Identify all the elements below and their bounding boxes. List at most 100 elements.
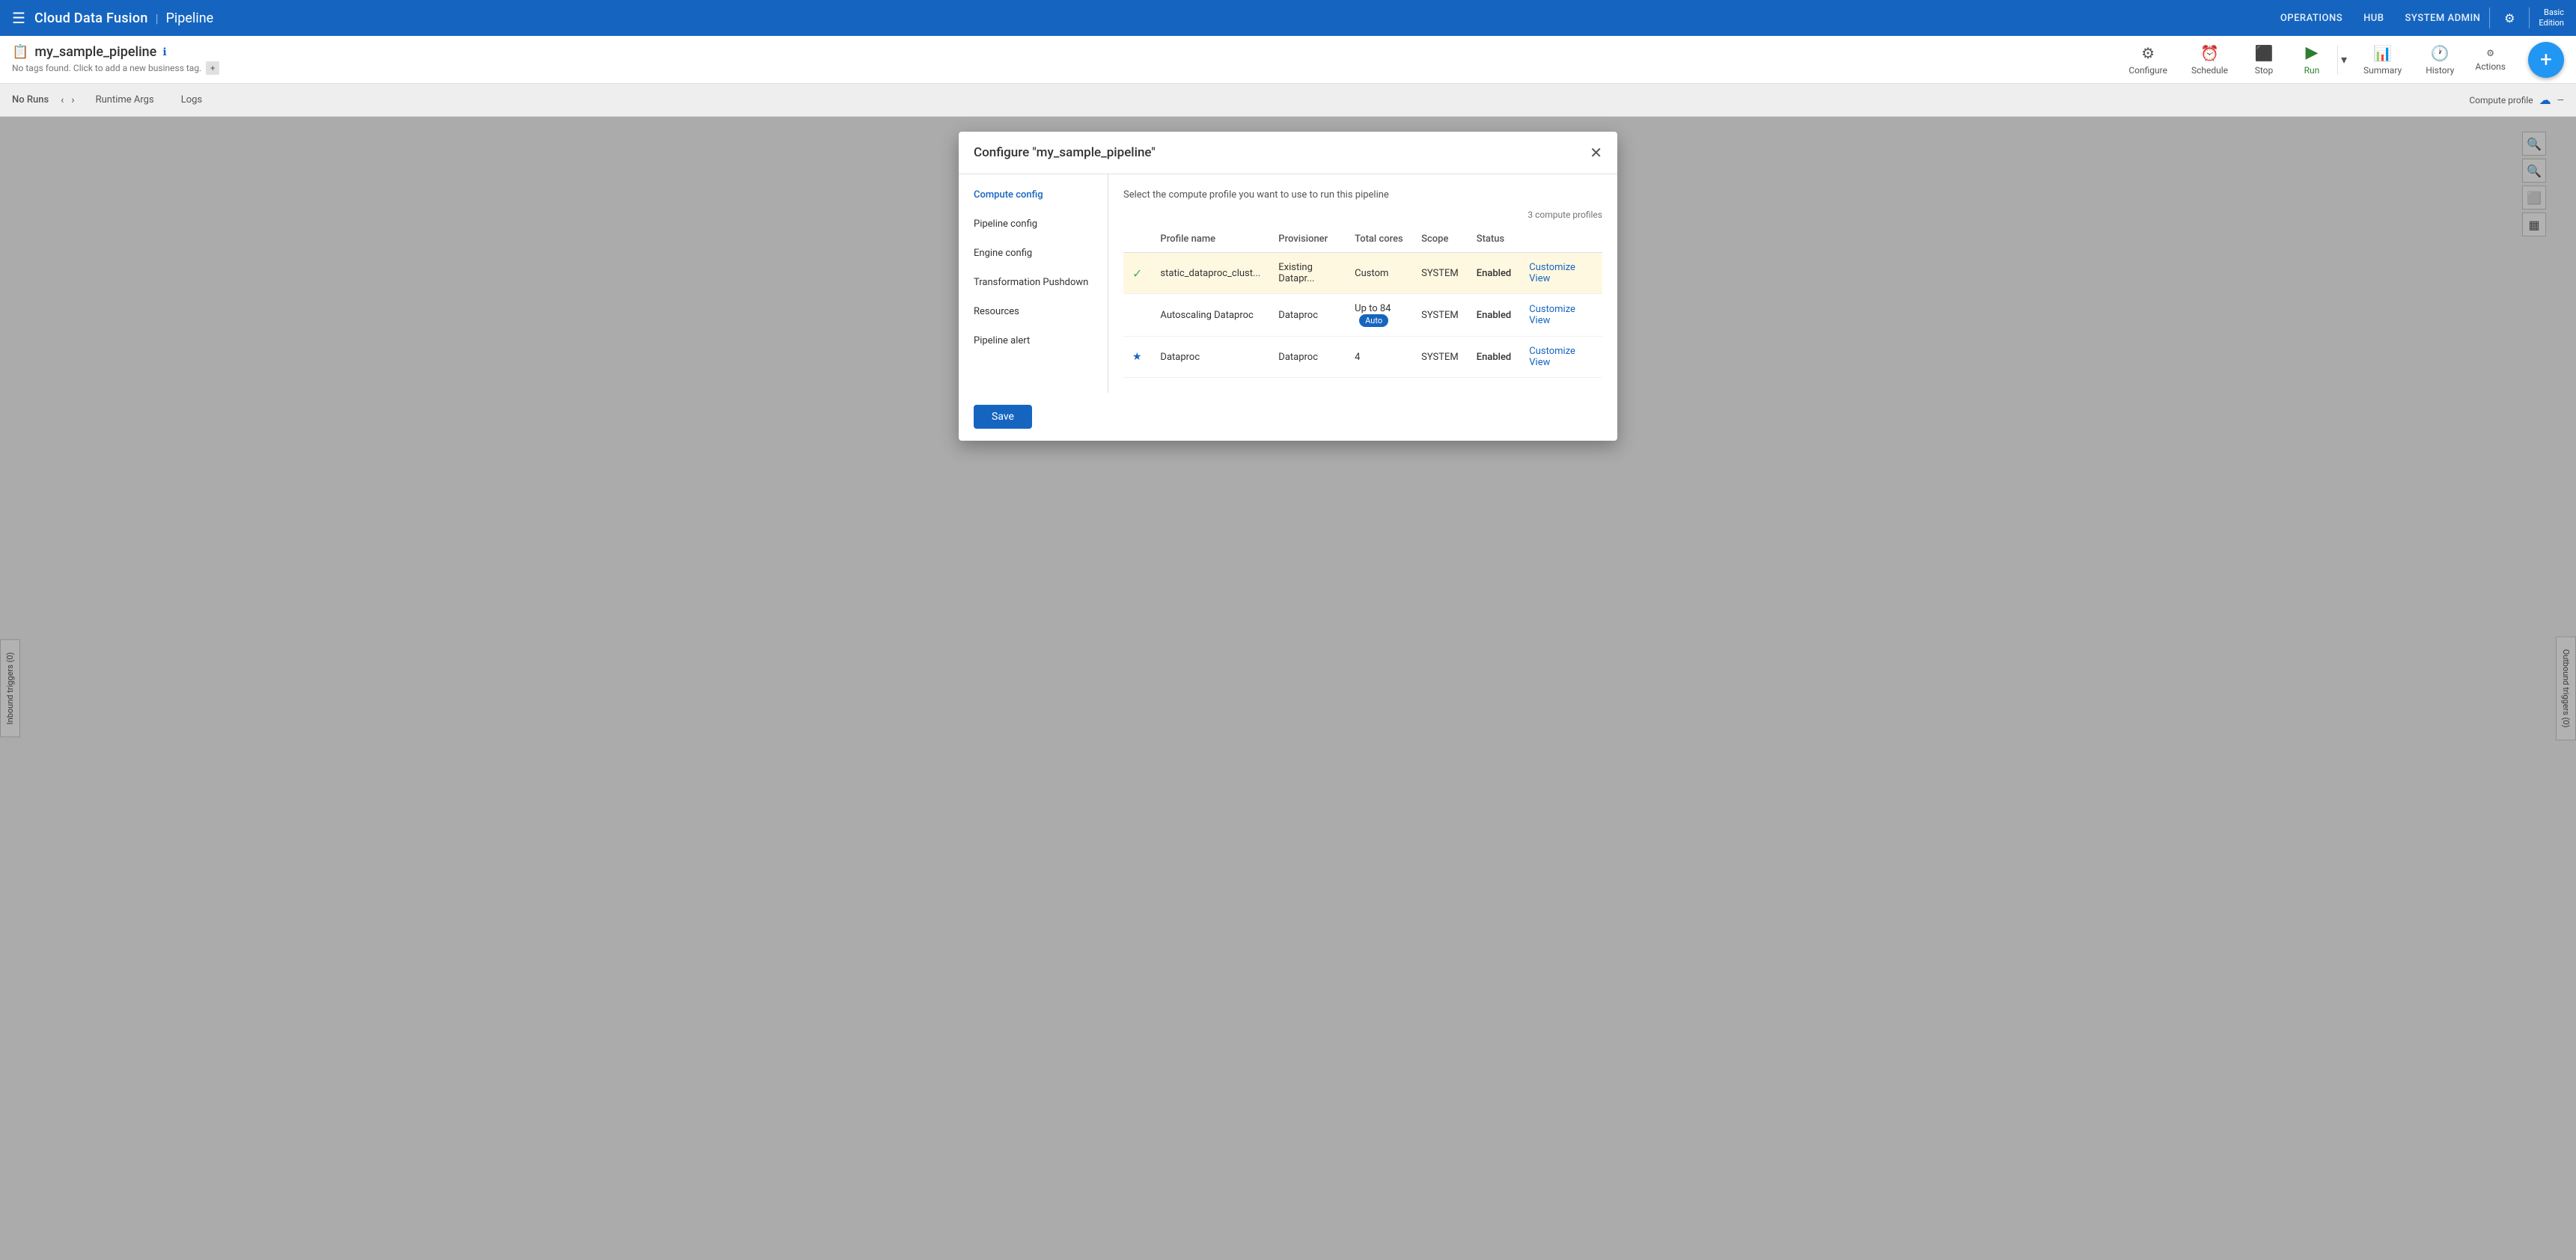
nav-transformation-pushdown[interactable]: Transformation Pushdown [959, 268, 1108, 297]
main-canvas: Inbound triggers (0) Outbound triggers (… [0, 117, 2576, 1260]
view-link-2[interactable]: View [1529, 357, 1550, 368]
configure-button[interactable]: ⚙ Configure [2118, 40, 2178, 80]
info-icon[interactable]: ℹ [162, 46, 166, 58]
status-cell: Enabled [1468, 337, 1521, 378]
schedule-icon: ⏰ [2200, 44, 2219, 62]
save-button[interactable]: Save [974, 405, 1032, 429]
profiles-table: Profile name Provisioner Total cores Sco… [1123, 226, 1602, 378]
view-link-1[interactable]: View [1529, 315, 1550, 326]
provisioner-cell: Existing Datapr... [1269, 253, 1346, 294]
col-header-total-cores: Total cores [1346, 226, 1412, 253]
actions-icon: ⚙ [2486, 48, 2494, 58]
auto-badge: Auto [1359, 314, 1388, 327]
row-select-icon: ★ [1123, 337, 1151, 378]
modal-body: Compute config Pipeline config Engine co… [959, 174, 1617, 393]
modal-sidebar: Compute config Pipeline config Engine co… [959, 174, 1108, 393]
runs-bar: No Runs ‹ › Runtime Args Logs Compute pr… [0, 84, 2576, 117]
edition-badge: Basic Edition [2539, 7, 2564, 29]
profile-name-cell: Dataproc [1151, 337, 1269, 378]
configure-icon: ⚙ [2141, 44, 2155, 62]
nav-divider2 [2529, 7, 2530, 28]
run-dropdown-button[interactable]: ▾ [2337, 45, 2350, 75]
pipeline-info: 📋 my_sample_pipeline ℹ No tags found. Cl… [12, 44, 2118, 75]
nav-pipeline-config[interactable]: Pipeline config [959, 210, 1108, 239]
runs-navigation: ‹ › [58, 93, 77, 108]
row-select-icon: ✓ [1123, 253, 1151, 294]
customize-link-1[interactable]: Customize [1529, 304, 1575, 315]
modal-header: Configure "my_sample_pipeline" ✕ [959, 132, 1617, 174]
row-select-icon [1123, 294, 1151, 337]
stop-label: Stop [2255, 65, 2274, 76]
scope-cell: SYSTEM [1412, 253, 1468, 294]
row-actions-cell: Customize View [1520, 337, 1602, 378]
nav-links: OPERATIONS HUB SYSTEM ADMIN [2280, 13, 2481, 24]
stop-button[interactable]: ⬛ Stop [2241, 40, 2286, 80]
cores-cell: Up to 84 Auto [1346, 294, 1412, 337]
add-pipeline-fab[interactable]: + [2528, 42, 2564, 78]
col-header-actions [1520, 226, 1602, 253]
summary-button[interactable]: 📊 Summary [2353, 40, 2412, 80]
table-row[interactable]: ★ Dataproc Dataproc 4 SYSTEM Enabled Cus… [1123, 337, 1602, 378]
pipeline-name-row: 📋 my_sample_pipeline ℹ [12, 44, 2118, 60]
toolbar-right: ⚙ Actions + [2464, 42, 2564, 78]
col-header-provisioner: Provisioner [1269, 226, 1346, 253]
menu-icon[interactable]: ☰ [12, 9, 25, 27]
configure-label: Configure [2128, 65, 2167, 76]
provisioner-cell: Dataproc [1269, 294, 1346, 337]
nav-separator: | [156, 11, 159, 25]
cores-cell: Custom [1346, 253, 1412, 294]
col-header-profile-name: Profile name [1151, 226, 1269, 253]
nav-engine-config[interactable]: Engine config [959, 239, 1108, 268]
compute-profile-label: Compute profile [2469, 95, 2533, 105]
compute-profile-dash: — [2557, 95, 2564, 105]
modal-description: Select the compute profile you want to u… [1123, 189, 1602, 201]
table-row[interactable]: ✓ static_dataproc_clust... Existing Data… [1123, 253, 1602, 294]
schedule-label: Schedule [2191, 65, 2228, 76]
nav-divider [2489, 7, 2490, 28]
status-cell: Enabled [1468, 253, 1521, 294]
actions-label: Actions [2475, 61, 2506, 72]
settings-icon[interactable]: ⚙ [2499, 7, 2520, 28]
summary-icon: 📊 [2373, 44, 2392, 62]
profile-name-cell: static_dataproc_clust... [1151, 253, 1269, 294]
runs-prev-button[interactable]: ‹ [58, 93, 67, 108]
table-row[interactable]: Autoscaling Dataproc Dataproc Up to 84 A… [1123, 294, 1602, 337]
modal-footer: Save [959, 393, 1617, 441]
actions-button[interactable]: ⚙ Actions [2464, 43, 2516, 76]
row-actions-cell: Customize View [1520, 253, 1602, 294]
nav-hub[interactable]: HUB [2363, 13, 2384, 24]
top-navigation: ☰ Cloud Data Fusion | Pipeline OPERATION… [0, 0, 2576, 36]
history-button[interactable]: 🕐 History [2415, 40, 2464, 80]
scope-cell: SYSTEM [1412, 337, 1468, 378]
logs-button[interactable]: Logs [172, 91, 211, 108]
modal-close-button[interactable]: ✕ [1590, 144, 1602, 162]
run-button[interactable]: ▶ Run [2289, 39, 2334, 80]
table-header-row: Profile name Provisioner Total cores Sco… [1123, 226, 1602, 253]
history-label: History [2426, 65, 2454, 76]
nav-pipeline-alert[interactable]: Pipeline alert [959, 326, 1108, 355]
runtime-args-button[interactable]: Runtime Args [87, 91, 163, 108]
customize-link-0[interactable]: Customize [1529, 262, 1575, 273]
run-label: Run [2304, 65, 2320, 76]
pipeline-type-icon: 📋 [12, 44, 28, 60]
row-actions-cell: Customize View [1520, 294, 1602, 337]
modal-title: Configure "my_sample_pipeline" [974, 145, 1156, 160]
cloud-icon: ☁ [2539, 93, 2551, 107]
customize-link-2[interactable]: Customize [1529, 346, 1575, 357]
profiles-count: 3 compute profiles [1123, 210, 1602, 220]
nav-system-admin[interactable]: SYSTEM ADMIN [2405, 13, 2481, 24]
schedule-button[interactable]: ⏰ Schedule [2181, 40, 2238, 80]
pipeline-toolbar: 📋 my_sample_pipeline ℹ No tags found. Cl… [0, 36, 2576, 84]
col-header-status: Status [1468, 226, 1521, 253]
no-runs-label: No Runs [12, 94, 49, 105]
provisioner-cell: Dataproc [1269, 337, 1346, 378]
nav-operations[interactable]: OPERATIONS [2280, 13, 2342, 24]
nav-compute-config[interactable]: Compute config [959, 180, 1108, 210]
pipeline-name: my_sample_pipeline [34, 44, 156, 60]
runs-next-button[interactable]: › [68, 93, 77, 108]
add-tag-button[interactable]: + [206, 61, 219, 75]
nav-resources[interactable]: Resources [959, 297, 1108, 326]
modal-content-area: Select the compute profile you want to u… [1108, 174, 1617, 393]
view-link-0[interactable]: View [1529, 273, 1550, 284]
status-cell: Enabled [1468, 294, 1521, 337]
